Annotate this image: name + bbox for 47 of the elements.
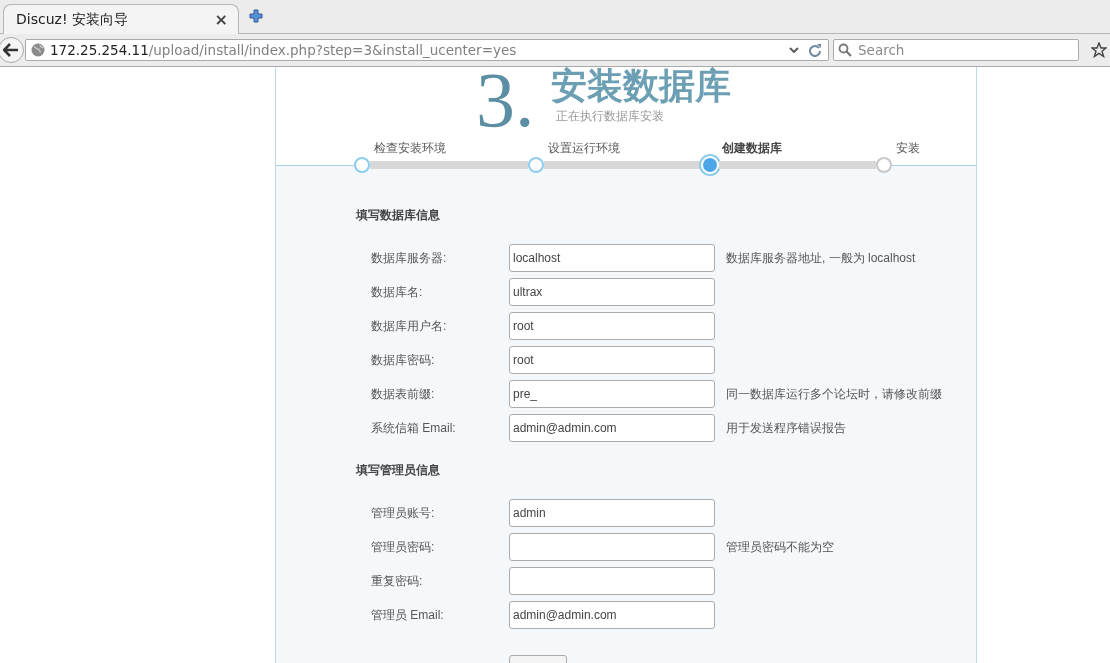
step-label: 安装 [895,141,921,155]
bookmark-star-icon[interactable] [1091,42,1107,58]
close-tab-button[interactable]: × [214,10,228,29]
tab-title: Discuz! 安装向导 [16,10,128,29]
step-label: 检查安装环境 [373,141,447,155]
field-label: 管理员账号: [371,504,436,522]
new-tab-icon[interactable] [249,9,263,23]
search-icon [838,43,852,57]
input-field[interactable]: root [509,346,715,374]
field-hint: 管理员密码不能为空 [726,538,834,556]
field-hint: 同一数据库运行多个论坛时，请修改前缀 [726,385,942,403]
back-button[interactable] [0,37,24,63]
field-label: 数据库用户名: [371,317,448,335]
field-hint: 用于发送程序错误报告 [726,419,846,437]
field-label: 数据表前缀: [371,385,436,403]
step-label: 设置运行环境 [547,141,621,155]
input-field[interactable]: localhost [509,244,715,272]
input-field[interactable]: admin@admin.com [509,414,715,442]
globe-icon [31,43,45,57]
reload-icon[interactable] [808,43,822,57]
field-label: 管理员 Email: [371,606,445,624]
input-field[interactable]: ultrax [509,278,715,306]
field-label: 数据库密码: [371,351,436,369]
section-heading: 填写数据库信息 [356,207,441,223]
input-field[interactable]: root [509,312,715,340]
address-bar[interactable]: 172.25.254.11/upload/install/index.php?step=3&install_ucenter=yes [25,39,829,61]
field-label: 重复密码: [371,572,424,590]
browser-tab[interactable]: Discuz! 安装向导 × [3,4,239,34]
search-field[interactable]: Search [833,39,1079,61]
field-label: 管理员密码: [371,538,436,556]
field-hint: 数据库服务器地址, 一般为 localhost [726,249,916,267]
dropdown-chevron-icon[interactable] [789,46,799,54]
page-subtitle: 正在执行数据库安装 [555,108,665,125]
back-arrow-icon [3,43,19,57]
input-field[interactable]: admin@admin.com [509,601,715,629]
input-field[interactable]: admin [509,499,715,527]
field-label: 系统信箱 Email: [371,419,457,437]
step-label: 创建数据库 [721,141,783,155]
input-field[interactable]: pre_ [509,380,715,408]
input-field[interactable] [509,567,715,595]
field-label: 数据库名: [371,283,424,301]
page-title: 安装数据库 [550,67,731,105]
field-label: 数据库服务器: [371,249,448,267]
section-heading: 填写管理员信息 [356,462,441,478]
input-field[interactable] [509,533,715,561]
step-number: 3. [476,67,535,133]
url-text: 172.25.254.11/upload/install/index.php?step=3&install_ucenter=yes [50,42,518,58]
